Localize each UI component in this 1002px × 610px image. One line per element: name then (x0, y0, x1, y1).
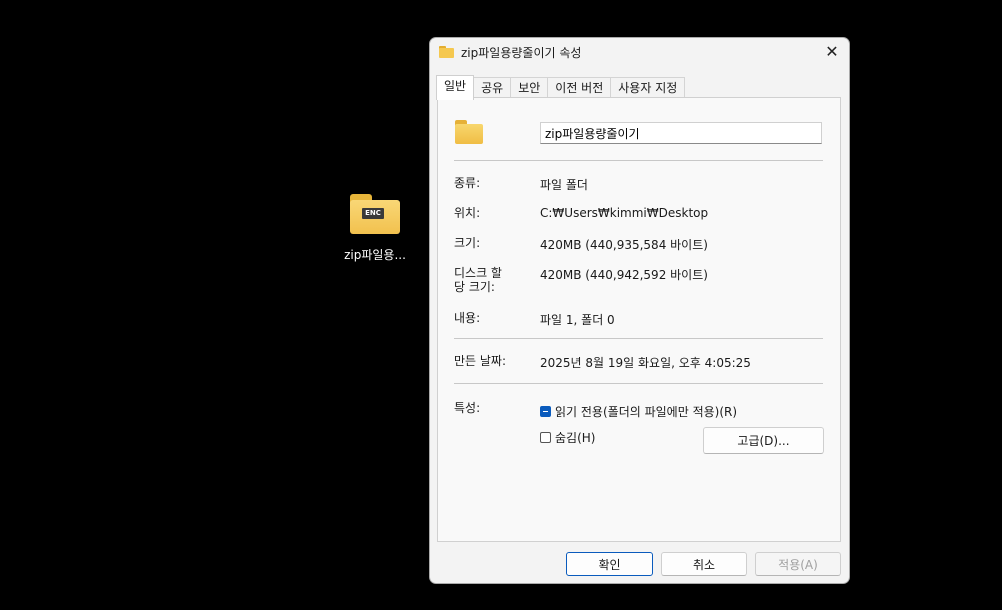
created-value: 2025년 8월 19일 화요일, 오후 4:05:25 (540, 356, 751, 370)
enc-badge: ENC (362, 208, 384, 219)
tab-sharing[interactable]: 공유 (473, 77, 512, 99)
hidden-label: 숨김(H) (555, 431, 596, 445)
checkbox-unchecked[interactable] (540, 432, 551, 443)
title-bar[interactable]: zip파일용량줄이기 속성 ✕ (430, 38, 849, 66)
type-label: 종류: (454, 176, 481, 190)
disk-size-label-line1: 디스크 할 (454, 266, 502, 280)
readonly-label: 읽기 전용(폴더의 파일에만 적용)(R) (555, 405, 738, 419)
desktop-folder-item[interactable]: ENC zip파일용... (336, 190, 414, 263)
contents-value: 파일 1, 폴더 0 (540, 313, 615, 327)
dialog-title: zip파일용량줄이기 속성 (461, 46, 582, 60)
disk-size-value: 420MB (440,942,592 바이트) (540, 268, 708, 282)
size-value: 420MB (440,935,584 바이트) (540, 238, 708, 252)
properties-dialog: zip파일용량줄이기 속성 ✕ 일반 공유 보안 이전 버전 사용자 지정 종류… (429, 37, 850, 584)
contents-label: 내용: (454, 311, 481, 325)
encrypted-folder-icon: ENC (350, 194, 400, 234)
location-value: C:₩Users₩kimmi₩Desktop (540, 206, 709, 220)
folder-icon (439, 46, 454, 58)
divider (454, 160, 823, 161)
folder-icon-large (455, 120, 483, 144)
apply-button[interactable]: 적용(A) (755, 552, 841, 576)
tab-previous-versions[interactable]: 이전 버전 (547, 77, 612, 99)
desktop-folder-label: zip파일용... (344, 248, 406, 262)
location-label: 위치: (454, 206, 481, 220)
readonly-checkbox[interactable]: 읽기 전용(폴더의 파일에만 적용)(R) (540, 403, 737, 420)
size-label: 크기: (454, 236, 481, 250)
divider (454, 338, 823, 339)
general-panel: 종류: 파일 폴더 위치: C:₩Users₩kimmi₩Desktop 크기:… (437, 97, 841, 542)
cancel-button[interactable]: 취소 (661, 552, 747, 576)
checkbox-indeterminate[interactable] (540, 406, 551, 417)
divider (454, 383, 823, 384)
disk-size-label: 디스크 할 당 크기: (454, 266, 502, 294)
attributes-label: 특성: (454, 401, 481, 415)
folder-name-input[interactable] (540, 122, 822, 144)
created-label: 만든 날짜: (454, 354, 507, 368)
hidden-checkbox[interactable]: 숨김(H) (540, 429, 595, 446)
tab-security[interactable]: 보안 (510, 77, 549, 99)
tab-customize[interactable]: 사용자 지정 (610, 77, 686, 99)
tab-bar: 일반 공유 보안 이전 버전 사용자 지정 (436, 75, 686, 100)
disk-size-label-line2: 당 크기: (454, 280, 495, 294)
close-icon[interactable]: ✕ (821, 41, 843, 63)
tab-general[interactable]: 일반 (436, 75, 475, 100)
advanced-button[interactable]: 고급(D)... (703, 427, 824, 454)
type-value: 파일 폴더 (540, 178, 588, 192)
ok-button[interactable]: 확인 (566, 552, 653, 576)
